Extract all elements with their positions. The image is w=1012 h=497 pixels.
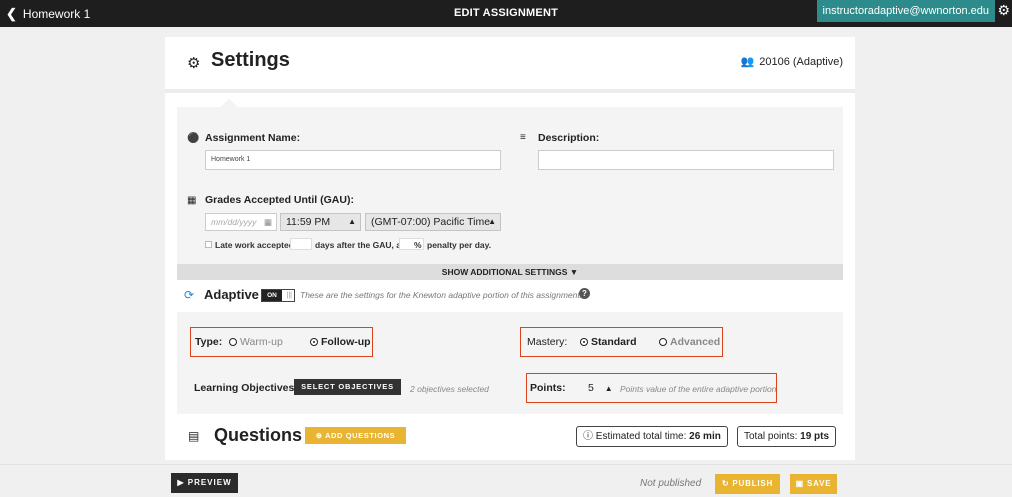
course-label: 20106 (Adaptive) — [759, 55, 843, 68]
gear-icon: ⚙ — [187, 55, 201, 72]
user-badge[interactable]: instructoradaptive@wwnorton.edu — [816, 0, 995, 22]
late-days-input[interactable] — [290, 238, 312, 250]
late-work-label: Late work accepted — [215, 240, 294, 250]
save-button[interactable]: ▣ SAVE — [790, 474, 837, 494]
total-points-badge: Total points: 19 pts — [737, 426, 837, 447]
estimated-time-value: 26 min — [689, 431, 721, 442]
followup-label: Follow-up — [321, 336, 371, 348]
objectives-selected-note: 2 objectives selected — [410, 384, 489, 394]
radio-selected-icon — [580, 338, 588, 346]
back-link[interactable]: ❮ Homework 1 — [6, 0, 90, 27]
add-questions-label: ADD QUESTIONS — [324, 431, 396, 440]
align-left-icon: ≡ — [520, 132, 526, 143]
points-value: 5 — [588, 382, 594, 394]
bottom-bar: ▶ PREVIEW Not published ↻ PUBLISH ▣ SAVE — [0, 464, 1012, 497]
publish-label: PUBLISH — [732, 479, 774, 488]
type-label: Type: — [195, 336, 223, 348]
publish-icon: ↻ — [721, 479, 730, 488]
knewton-icon: ⟳ — [184, 288, 195, 302]
points-label: Points: — [530, 382, 566, 394]
radio-unselected-icon — [229, 338, 237, 346]
assignment-name-input[interactable]: Homework 1 — [205, 150, 501, 170]
total-points-value: 19 pts — [800, 431, 830, 442]
adaptive-title: Adaptive — [204, 287, 259, 302]
course-indicator: 👥 20106 (Adaptive) — [740, 55, 843, 69]
advanced-label: Advanced — [670, 336, 721, 348]
points-note: Points value of the entire adaptive port… — [620, 384, 777, 394]
caret-down-icon: ▼ — [569, 267, 579, 277]
estimated-time-badge: ⓘ Estimated total time: 26 min — [576, 426, 728, 447]
description-input[interactable] — [538, 150, 834, 170]
preview-button[interactable]: ▶ PREVIEW — [171, 473, 238, 493]
timezone-select[interactable]: (GMT-07:00) Pacific Time ▲ — [365, 213, 501, 231]
points-stepper[interactable]: 5 ▲ — [588, 382, 613, 394]
timezone-value: (GMT-07:00) Pacific Time — [371, 216, 491, 228]
publish-button[interactable]: ↻ PUBLISH — [715, 474, 780, 494]
late-work-checkbox[interactable] — [205, 241, 212, 248]
calendar-icon: ▦ — [187, 195, 197, 206]
mastery-option-advanced[interactable]: Advanced — [659, 336, 720, 348]
radio-selected-icon — [310, 338, 318, 346]
select-arrow-icon: ▲ — [348, 217, 356, 226]
plus-icon: ⊕ — [315, 431, 323, 440]
settings-header: ⚙ Settings 👥 20106 (Adaptive) — [165, 37, 855, 93]
save-icon: ▣ — [795, 479, 804, 488]
type-option-warmup[interactable]: Warm-up — [229, 336, 283, 348]
calendar-icon: ▦ — [263, 217, 272, 227]
total-points-label: Total points: — [744, 431, 798, 442]
help-icon[interactable]: ? — [579, 288, 590, 299]
settings-title: Settings — [211, 49, 290, 71]
time-select[interactable]: 11:59 PM ▲ — [280, 213, 361, 231]
adaptive-panel: Type: Warm-up Follow-up Mastery: Standar… — [177, 312, 843, 414]
mastery-label: Mastery: — [527, 336, 568, 348]
back-label: Homework 1 — [22, 6, 91, 21]
assignment-panel: ⚫ Assignment Name: Homework 1 ≡ Descript… — [177, 107, 843, 264]
toggle-on-label: ON — [262, 290, 282, 301]
toggle-grip-icon: ||| — [286, 292, 292, 299]
top-bar: ❮ Homework 1 EDIT ASSIGNMENT instructora… — [0, 0, 1012, 27]
time-value: 11:59 PM — [286, 216, 331, 228]
settings-card: ⚙ Settings 👥 20106 (Adaptive) ⚫ Assignme… — [165, 37, 855, 460]
gau-label: Grades Accepted Until (GAU): — [205, 194, 354, 206]
adaptive-description: These are the settings for the Knewton a… — [300, 290, 583, 300]
date-input[interactable]: mm/dd/yyyy ▦ — [205, 213, 277, 231]
chevron-left-icon: ❮ — [6, 5, 17, 21]
users-icon: 👥 — [740, 56, 755, 68]
select-objectives-button[interactable]: SELECT OBJECTIVES — [294, 379, 401, 395]
percent-symbol: % — [414, 240, 422, 250]
gear-icon[interactable]: ⚙ — [997, 2, 1010, 19]
list-icon: ▤ — [188, 429, 200, 443]
description-label: Description: — [538, 132, 600, 144]
estimated-time-label: Estimated total time: — [595, 431, 687, 442]
publish-status: Not published — [640, 478, 702, 489]
show-additional-label: SHOW ADDITIONAL SETTINGS — [441, 267, 568, 277]
add-questions-button[interactable]: ⊕ ADD QUESTIONS — [305, 427, 406, 444]
tag-icon: ⚫ — [187, 133, 200, 144]
warmup-label: Warm-up — [240, 336, 283, 348]
standard-label: Standard — [591, 336, 637, 348]
questions-header: ▤ Questions ⊕ ADD QUESTIONS ⓘ Estimated … — [165, 422, 855, 450]
date-placeholder: mm/dd/yyyy — [211, 217, 257, 227]
radio-unselected-icon — [659, 338, 667, 346]
info-icon: ⓘ — [583, 431, 593, 442]
save-label: SAVE — [806, 479, 832, 488]
preview-label: PREVIEW — [187, 478, 232, 487]
adaptive-toggle[interactable]: ON ||| — [261, 289, 295, 302]
show-additional-settings[interactable]: SHOW ADDITIONAL SETTINGS ▼ — [177, 264, 843, 280]
objectives-label: Learning Objectives: — [194, 382, 298, 394]
play-icon: ▶ — [177, 478, 185, 487]
type-option-followup[interactable]: Follow-up — [310, 336, 371, 348]
penalty-suffix: penalty per day. — [427, 240, 492, 250]
assignment-name-label: Assignment Name: — [205, 132, 301, 144]
late-days-suffix: days after the GAU, at — [315, 240, 404, 250]
mastery-option-standard[interactable]: Standard — [580, 336, 637, 348]
adaptive-header: ⟳ Adaptive ON ||| These are the settings… — [165, 284, 855, 306]
select-arrow-icon: ▲ — [488, 217, 496, 226]
questions-title: Questions — [214, 425, 303, 445]
stepper-arrows-icon: ▲ — [604, 384, 613, 393]
